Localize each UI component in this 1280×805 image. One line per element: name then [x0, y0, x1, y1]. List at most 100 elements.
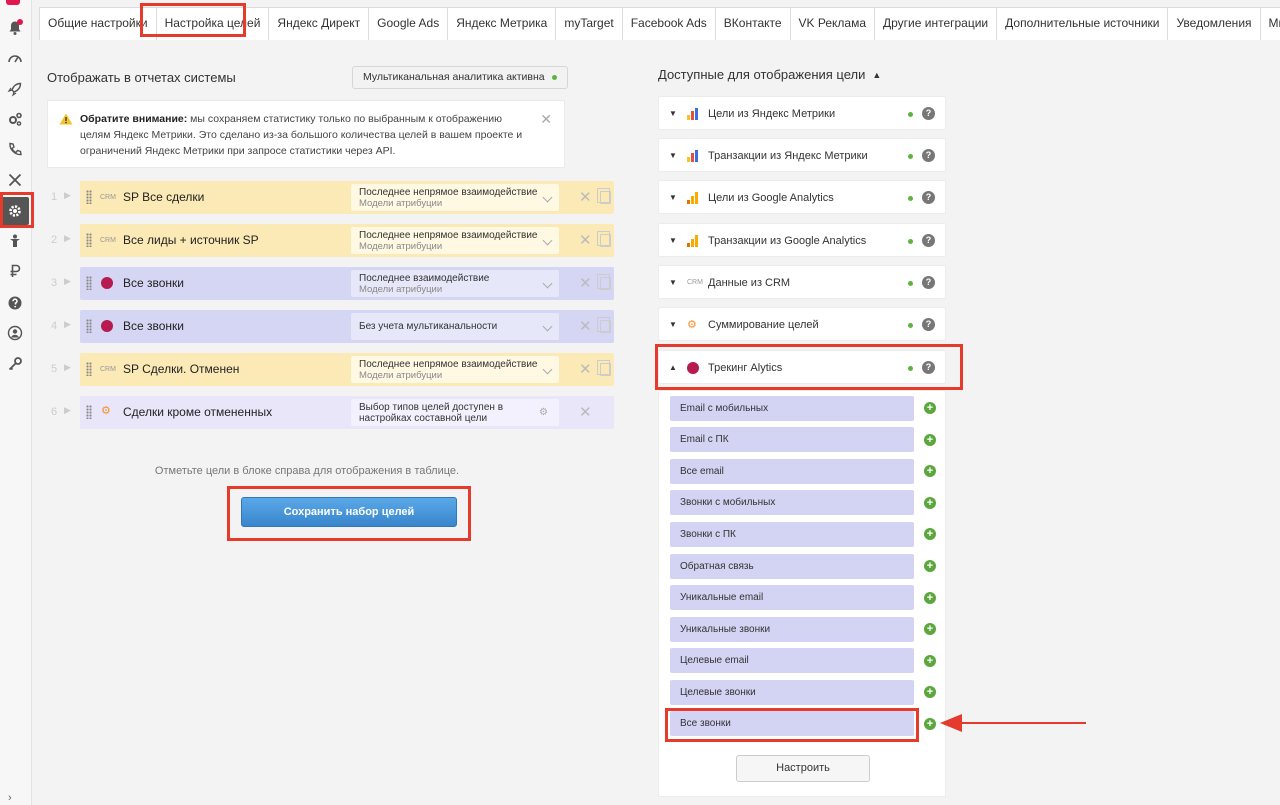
- gears-icon[interactable]: [4, 108, 26, 130]
- copy-icon[interactable]: [597, 274, 611, 290]
- expand-arrow-icon[interactable]: ▶: [64, 276, 71, 287]
- remove-icon[interactable]: ✕: [579, 231, 592, 249]
- goal-item[interactable]: Email с мобильных: [670, 396, 914, 421]
- goal-card[interactable]: CRM SP Сделки. Отменен Последнее непрямо…: [80, 353, 614, 386]
- speedometer-icon[interactable]: [4, 47, 26, 69]
- drag-handle-icon[interactable]: [86, 362, 92, 376]
- multichannel-status[interactable]: Мультиканальная аналитика активна: [352, 66, 568, 89]
- goal-card[interactable]: CRM SP Все сделки Последнее непрямое вза…: [80, 181, 614, 214]
- expand-arrow-icon[interactable]: ▶: [64, 362, 71, 373]
- expand-arrow-icon[interactable]: ▶: [64, 233, 71, 244]
- tab-google-ads[interactable]: Google Ads: [368, 7, 448, 40]
- add-icon[interactable]: +: [924, 686, 936, 698]
- tab-yandex-direct[interactable]: Яндекс Директ: [268, 7, 369, 40]
- chevron-right-icon[interactable]: ›: [8, 792, 12, 804]
- add-icon[interactable]: +: [924, 528, 936, 540]
- copy-icon[interactable]: [597, 317, 611, 333]
- attribution-select[interactable]: Последнее непрямое взаимодействие Модели…: [351, 356, 559, 383]
- goal-row[interactable]: 2 ▶ CRM Все лиды + источник SP Последнее…: [47, 224, 617, 257]
- goal-item[interactable]: Звонки с мобильных: [670, 490, 914, 515]
- settings-gear-icon[interactable]: [1, 197, 29, 225]
- close-icon[interactable]: ✕: [540, 111, 552, 127]
- bell-icon[interactable]: [4, 17, 26, 39]
- tab-goals-settings[interactable]: Настройка целей: [155, 7, 269, 40]
- goal-group[interactable]: ▼ Цели из Google Analytics ?: [658, 180, 946, 214]
- help-icon[interactable]: [4, 292, 26, 314]
- goal-group[interactable]: ▼ Транзакции из Google Analytics ?: [658, 223, 946, 257]
- attribution-select[interactable]: Последнее непрямое взаимодействие Модели…: [351, 227, 559, 254]
- goal-group[interactable]: ▼ CRM Данные из CRM ?: [658, 265, 946, 299]
- help-icon[interactable]: ?: [922, 149, 935, 162]
- drag-handle-icon[interactable]: [86, 276, 92, 290]
- tab-other-integrations[interactable]: Другие интеграции: [874, 7, 997, 40]
- add-icon[interactable]: +: [924, 655, 936, 667]
- add-icon[interactable]: +: [924, 465, 936, 477]
- copy-icon[interactable]: [597, 360, 611, 376]
- goal-row[interactable]: 4 ▶ Все звонки Без учета мультиканальнос…: [47, 310, 617, 343]
- goal-card[interactable]: CRM Все лиды + источник SP Последнее неп…: [80, 224, 614, 257]
- goal-item[interactable]: Все email: [670, 459, 914, 484]
- help-icon[interactable]: ?: [922, 107, 935, 120]
- tab-notifications[interactable]: Уведомления: [1167, 7, 1260, 40]
- goal-item[interactable]: Целевые email: [670, 648, 914, 673]
- goal-row[interactable]: 5 ▶ CRM SP Сделки. Отменен Последнее неп…: [47, 353, 617, 386]
- rocket-icon[interactable]: [4, 78, 26, 100]
- goal-item[interactable]: Все звонки: [670, 711, 914, 736]
- goal-card[interactable]: Все звонки Без учета мультиканальности: [80, 310, 614, 343]
- tab-facebook-ads[interactable]: Facebook Ads: [621, 7, 715, 40]
- add-icon[interactable]: +: [924, 560, 936, 572]
- remove-icon[interactable]: ✕: [579, 188, 592, 206]
- copy-icon[interactable]: [597, 231, 611, 247]
- goal-group[interactable]: ▼ Транзакции из Яндекс Метрики ?: [658, 138, 946, 172]
- save-goals-button[interactable]: Сохранить набор целей: [241, 497, 457, 527]
- goal-group[interactable]: ▲ Трекинг Alytics ?: [658, 350, 946, 384]
- expand-arrow-icon[interactable]: ▶: [64, 319, 71, 330]
- goal-item[interactable]: Уникальные email: [670, 585, 914, 610]
- expand-arrow-icon[interactable]: ▶: [64, 405, 71, 416]
- tab-vk-ads[interactable]: VK Реклама: [789, 7, 875, 40]
- right-section-title[interactable]: Доступные для отображения цели ▲: [658, 67, 881, 82]
- tab-yandex-metrika[interactable]: Яндекс Метрика: [447, 7, 556, 40]
- drag-handle-icon[interactable]: [86, 405, 92, 419]
- add-icon[interactable]: +: [924, 718, 936, 730]
- goal-item[interactable]: Звонки с ПК: [670, 522, 914, 547]
- attribution-select[interactable]: Последнее взаимодействие Модели атрибуци…: [351, 270, 559, 297]
- ruble-icon[interactable]: [4, 260, 26, 282]
- help-icon[interactable]: ?: [922, 276, 935, 289]
- goal-item[interactable]: Email с ПК: [670, 427, 914, 452]
- goal-card[interactable]: ⚙ Сделки кроме отмененных Выбор типов це…: [80, 396, 614, 429]
- tab-mytarget[interactable]: myTarget: [555, 7, 622, 40]
- tab-additional-sources[interactable]: Дополнительные источники: [996, 7, 1168, 40]
- help-icon[interactable]: ?: [922, 318, 935, 331]
- expand-arrow-icon[interactable]: ▶: [64, 190, 71, 201]
- configure-button[interactable]: Настроить: [736, 755, 870, 782]
- help-icon[interactable]: ?: [922, 361, 935, 374]
- drag-handle-icon[interactable]: [86, 233, 92, 247]
- goal-group[interactable]: ▼ Цели из Яндекс Метрики ?: [658, 96, 946, 130]
- drag-handle-icon[interactable]: [86, 319, 92, 333]
- drag-handle-icon[interactable]: [86, 190, 92, 204]
- add-icon[interactable]: +: [924, 497, 936, 509]
- goal-item[interactable]: Уникальные звонки: [670, 617, 914, 642]
- attribution-select[interactable]: Выбор типов целей доступен в настройках …: [351, 399, 559, 426]
- goal-group[interactable]: ▼ ⚙ Суммирование целей ?: [658, 307, 946, 341]
- add-icon[interactable]: +: [924, 592, 936, 604]
- goal-row[interactable]: 3 ▶ Все звонки Последнее взаимодействие …: [47, 267, 617, 300]
- add-icon[interactable]: +: [924, 434, 936, 446]
- remove-icon[interactable]: ✕: [579, 403, 592, 421]
- goal-card[interactable]: Все звонки Последнее взаимодействие Моде…: [80, 267, 614, 300]
- key-icon[interactable]: [4, 353, 26, 375]
- remove-icon[interactable]: ✕: [579, 360, 592, 378]
- help-icon[interactable]: ?: [922, 191, 935, 204]
- remove-icon[interactable]: ✕: [579, 317, 592, 335]
- tab-vkontakte[interactable]: ВКонтакте: [714, 7, 790, 40]
- tab-general-settings[interactable]: Общие настройки: [39, 7, 156, 40]
- attribution-select[interactable]: Последнее непрямое взаимодействие Модели…: [351, 184, 559, 211]
- person-icon[interactable]: [4, 230, 26, 252]
- goal-item[interactable]: Обратная связь: [670, 554, 914, 579]
- add-icon[interactable]: +: [924, 623, 936, 635]
- remove-icon[interactable]: ✕: [579, 274, 592, 292]
- gear-icon[interactable]: ⚙: [539, 407, 548, 418]
- help-icon[interactable]: ?: [922, 234, 935, 247]
- goal-item[interactable]: Целевые звонки: [670, 680, 914, 705]
